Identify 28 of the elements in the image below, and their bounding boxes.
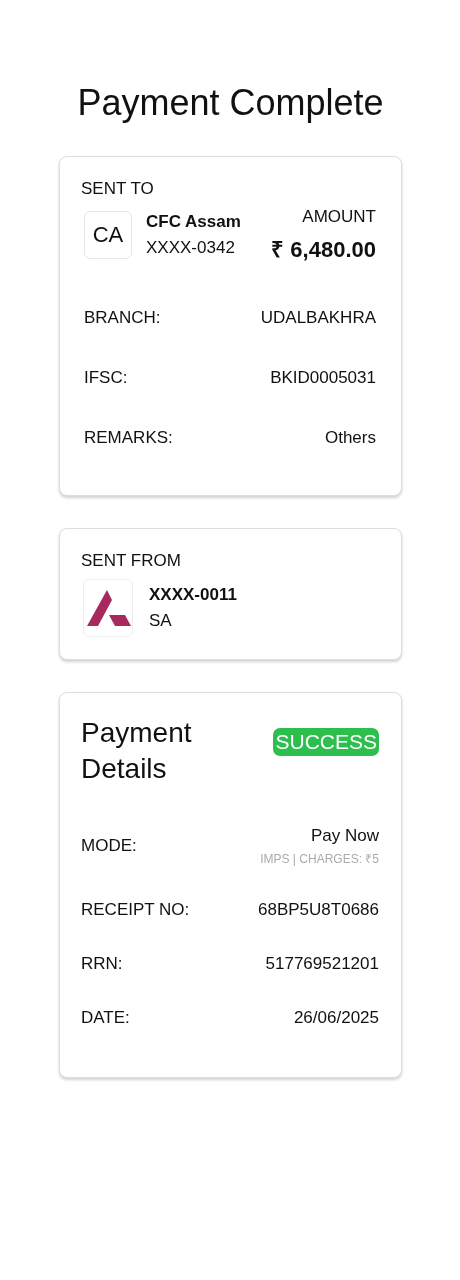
field-value: 517769521201 <box>265 953 379 975</box>
field-note: IMPS | CHARGES: ₹5 <box>259 851 379 867</box>
amount-value: ₹ 6,480.00 <box>271 236 376 263</box>
section-heading: SENT FROM <box>81 551 181 571</box>
field-label: MODE: <box>81 835 137 857</box>
amount-label: AMOUNT <box>302 207 376 227</box>
field-label: RECEIPT NO: <box>81 899 190 921</box>
bank-logo-icon <box>83 579 133 637</box>
account-type: SA <box>149 611 172 631</box>
initials-avatar: CA <box>84 211 132 259</box>
field-value: UDALBAKHRA <box>260 307 376 329</box>
field-label: DATE: <box>81 1007 130 1029</box>
field-label: IFSC: <box>84 367 128 389</box>
field-label: BRANCH: <box>84 307 161 329</box>
account-number: XXXX-0342 <box>146 238 235 258</box>
field-value: 68BP5U8T0686 <box>258 899 379 921</box>
field-value: BKID0005031 <box>270 367 376 389</box>
page-title: Payment Complete <box>76 81 385 125</box>
section-title: Payment Details <box>81 716 193 786</box>
section-heading: SENT TO <box>81 179 154 199</box>
field-label: REMARKS: <box>84 427 173 449</box>
status-badge: SUCCESS <box>273 728 379 756</box>
field-label: RRN: <box>81 953 123 975</box>
field-value: Pay Now <box>310 825 379 847</box>
payee-name: CFC Assam <box>146 212 241 232</box>
account-number: XXXX-0011 <box>149 585 237 605</box>
field-value: Others <box>324 427 376 449</box>
field-value: 26/06/2025 <box>293 1007 379 1029</box>
